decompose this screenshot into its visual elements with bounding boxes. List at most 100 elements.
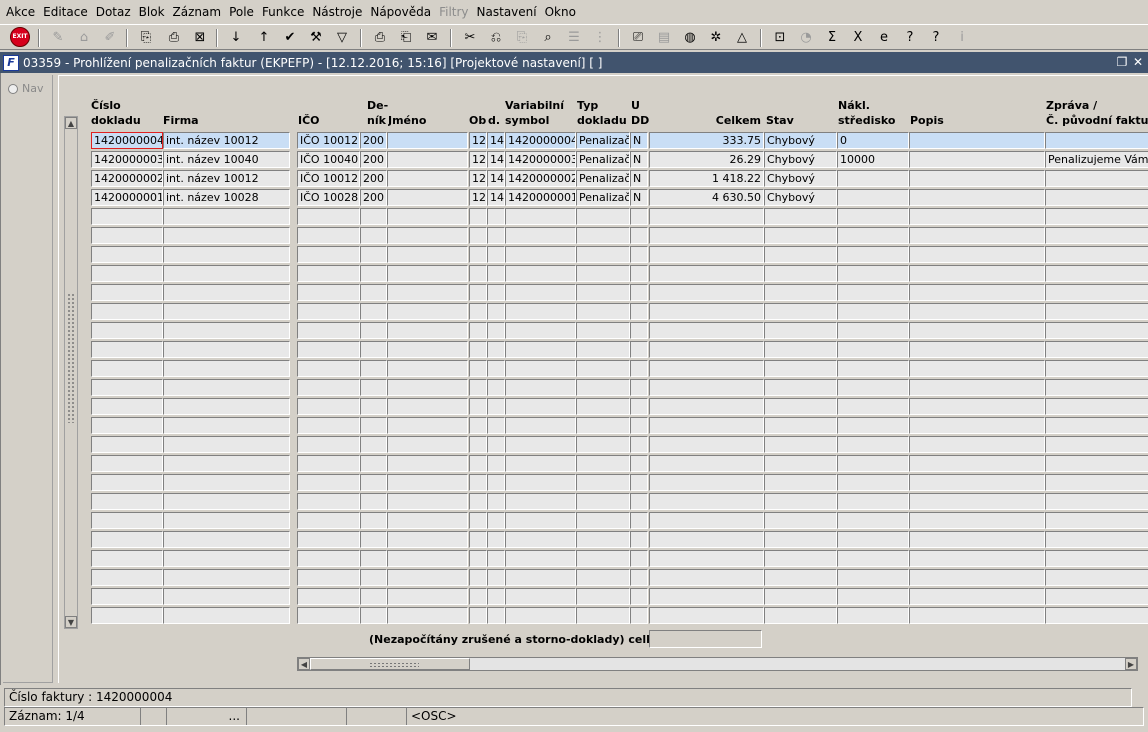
cell-popis[interactable] <box>909 607 1045 624</box>
exit-icon[interactable]: EXIT <box>10 27 30 47</box>
cell-zprava[interactable] <box>1045 455 1148 472</box>
cell-popis[interactable] <box>909 341 1045 358</box>
cell-zprava[interactable] <box>1045 493 1148 510</box>
cell-denik[interactable] <box>360 455 387 472</box>
cell-cislo[interactable] <box>91 303 163 320</box>
cell-naklady[interactable] <box>837 569 909 586</box>
cell-denik[interactable] <box>360 417 387 434</box>
cell-ico[interactable] <box>297 436 360 453</box>
menu-nastroje[interactable]: Nástroje <box>308 0 366 24</box>
field-search-icon[interactable]: ⌕ <box>538 28 558 47</box>
cell-popis[interactable] <box>909 436 1045 453</box>
cell-celkem[interactable] <box>649 360 764 377</box>
cell-ob[interactable] <box>469 303 487 320</box>
menu-zaznam[interactable]: Záznam <box>169 0 226 24</box>
cell-firma[interactable]: int. název 10040 <box>163 151 290 168</box>
cell-denik[interactable] <box>360 550 387 567</box>
cell-d[interactable] <box>487 588 505 605</box>
cell-denik[interactable]: 200 <box>360 170 387 187</box>
cell-naklady[interactable] <box>837 588 909 605</box>
cell-firma[interactable] <box>163 512 290 529</box>
cell-popis[interactable] <box>909 531 1045 548</box>
cell-ico[interactable] <box>297 398 360 415</box>
delete-icon[interactable]: ✐ <box>100 28 120 47</box>
cell-ico[interactable] <box>297 284 360 301</box>
cell-jmeno[interactable] <box>387 455 468 472</box>
cell-ico[interactable] <box>297 607 360 624</box>
cell-stav[interactable] <box>764 398 837 415</box>
query-execute-icon[interactable]: ⎙ <box>164 28 184 47</box>
cell-firma[interactable] <box>163 474 290 491</box>
cell-jmeno[interactable] <box>387 531 468 548</box>
cell-udd[interactable] <box>630 341 648 358</box>
sort-descending-icon[interactable]: ↑ <box>254 28 274 47</box>
cell-celkem[interactable] <box>649 569 764 586</box>
cell-ico[interactable]: IČO 10012 <box>297 132 360 149</box>
cell-stav[interactable] <box>764 360 837 377</box>
menu-okno[interactable]: Okno <box>541 0 580 24</box>
cell-denik[interactable] <box>360 493 387 510</box>
cell-ico[interactable] <box>297 417 360 434</box>
cell-ob[interactable] <box>469 398 487 415</box>
cell-typ[interactable] <box>576 398 630 415</box>
cell-denik[interactable] <box>360 588 387 605</box>
cell-firma[interactable]: int. název 10012 <box>163 132 290 149</box>
cell-ob[interactable] <box>469 341 487 358</box>
cell-celkem[interactable] <box>649 303 764 320</box>
cell-typ[interactable] <box>576 379 630 396</box>
cell-naklady[interactable] <box>837 322 909 339</box>
cell-cislo[interactable] <box>91 550 163 567</box>
cell-cislo[interactable]: 1420000004 <box>91 132 163 149</box>
cell-zprava[interactable] <box>1045 436 1148 453</box>
cell-ob[interactable] <box>469 208 487 225</box>
cell-firma[interactable] <box>163 360 290 377</box>
cell-jmeno[interactable] <box>387 569 468 586</box>
cell-celkem[interactable] <box>649 208 764 225</box>
cell-ico[interactable] <box>297 227 360 244</box>
cell-ico[interactable] <box>297 550 360 567</box>
cell-d[interactable] <box>487 341 505 358</box>
horizontal-scroll-thumb[interactable] <box>310 658 470 670</box>
cell-popis[interactable] <box>909 151 1045 168</box>
cell-ico[interactable] <box>297 341 360 358</box>
clock-icon[interactable]: ◔ <box>796 28 816 47</box>
cell-celkem[interactable] <box>649 455 764 472</box>
cell-naklady[interactable] <box>837 227 909 244</box>
menu-akce[interactable]: Akce <box>2 0 39 24</box>
cell-celkem[interactable]: 4 630.50 <box>649 189 764 206</box>
cell-celkem[interactable] <box>649 398 764 415</box>
warning-icon[interactable]: △ <box>732 28 752 47</box>
cell-zprava[interactable] <box>1045 379 1148 396</box>
cell-typ[interactable] <box>576 512 630 529</box>
cell-celkem[interactable] <box>649 436 764 453</box>
cell-popis[interactable] <box>909 246 1045 263</box>
cell-d[interactable]: 14 <box>487 132 505 149</box>
cell-denik[interactable] <box>360 341 387 358</box>
info-icon[interactable]: i <box>952 28 972 47</box>
cell-variabilni[interactable] <box>505 360 576 377</box>
cell-d[interactable] <box>487 607 505 624</box>
cell-variabilni[interactable]: 1420000002 <box>505 170 576 187</box>
cell-firma[interactable] <box>163 303 290 320</box>
cell-firma[interactable] <box>163 379 290 396</box>
cell-celkem[interactable] <box>649 588 764 605</box>
cell-naklady[interactable] <box>837 607 909 624</box>
cell-d[interactable] <box>487 531 505 548</box>
cell-typ[interactable] <box>576 284 630 301</box>
cell-d[interactable] <box>487 265 505 282</box>
cell-firma[interactable] <box>163 531 290 548</box>
cell-typ[interactable] <box>576 588 630 605</box>
cell-celkem[interactable] <box>649 379 764 396</box>
cell-stav[interactable] <box>764 607 837 624</box>
cell-ob[interactable] <box>469 493 487 510</box>
cell-udd[interactable] <box>630 569 648 586</box>
cell-denik[interactable] <box>360 398 387 415</box>
cell-ob[interactable] <box>469 246 487 263</box>
cell-jmeno[interactable] <box>387 132 468 149</box>
cell-variabilni[interactable] <box>505 550 576 567</box>
cell-popis[interactable] <box>909 303 1045 320</box>
cell-udd[interactable] <box>630 227 648 244</box>
cell-naklady[interactable] <box>837 531 909 548</box>
cell-stav[interactable] <box>764 531 837 548</box>
cell-d[interactable] <box>487 436 505 453</box>
